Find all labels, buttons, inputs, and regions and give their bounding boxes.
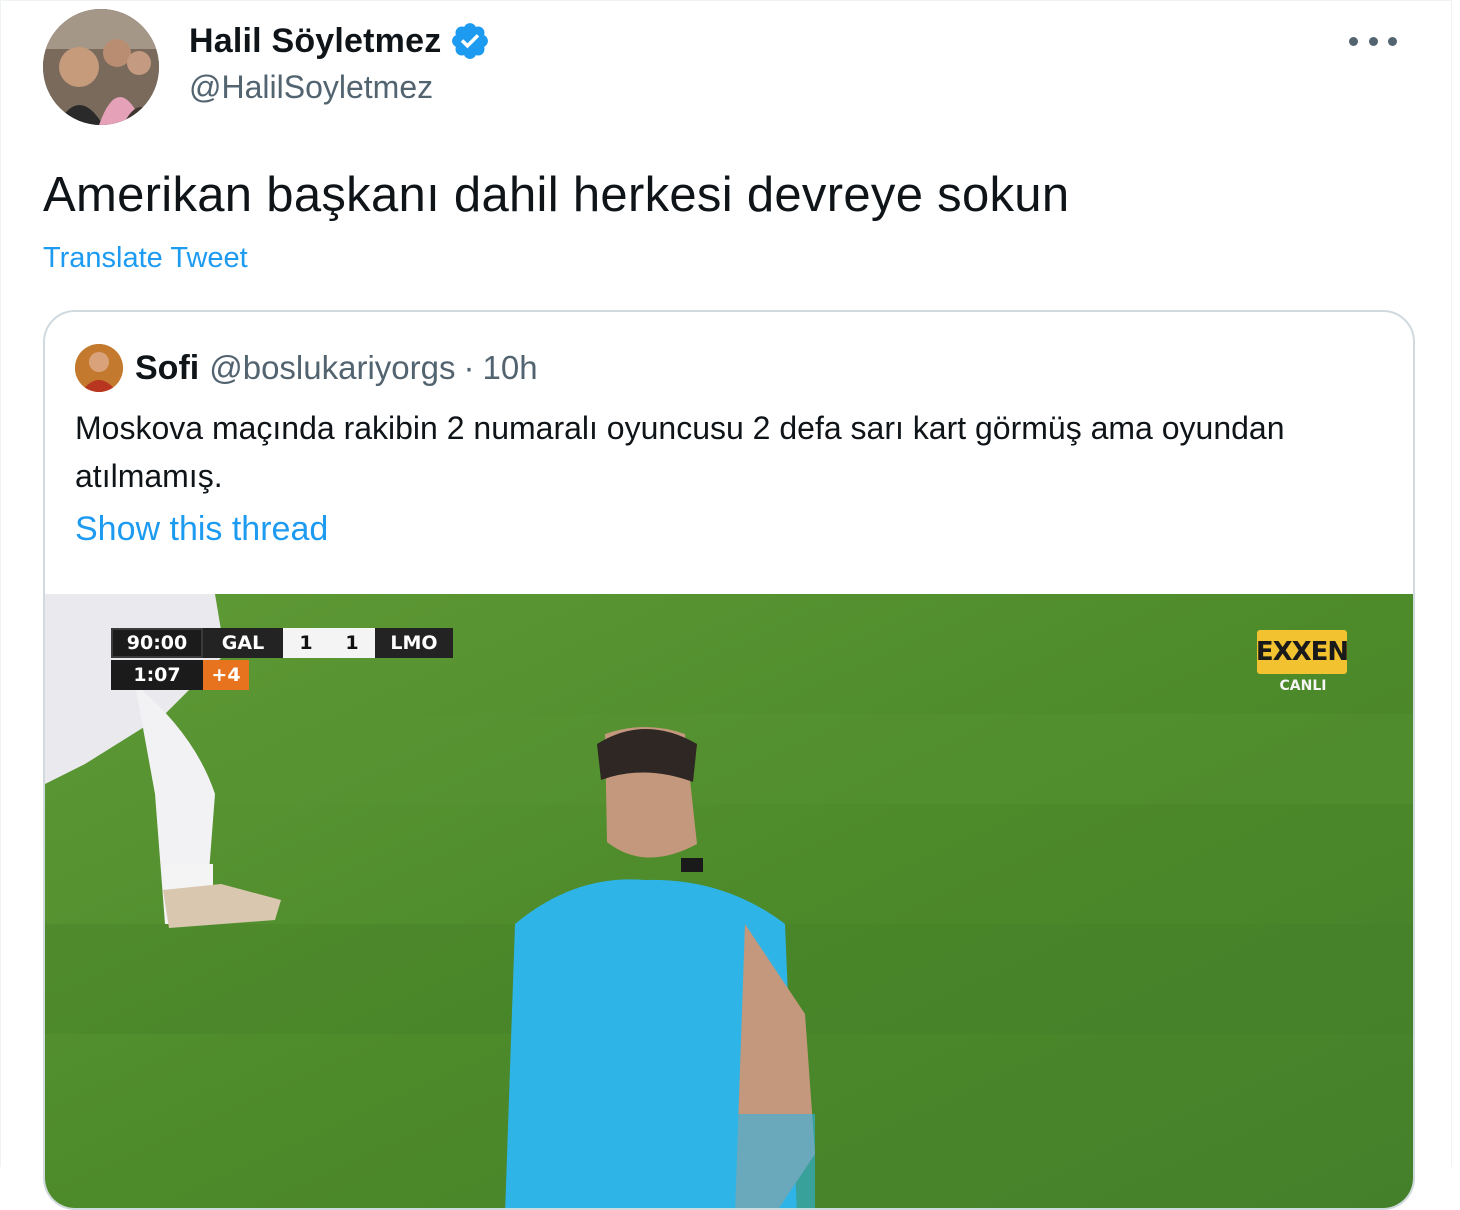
quoted-tweet-header: Sofi @boslukariyorgs · 10h: [75, 344, 538, 392]
home-team: GAL: [203, 628, 283, 658]
show-thread-link[interactable]: Show this thread: [75, 510, 328, 549]
tweet-container: Halil Söyletmez @HalilSoyletmez Amerikan…: [0, 0, 1452, 1210]
author-handle[interactable]: @HalilSoyletmez: [189, 69, 491, 106]
exxen-logo: EXXEN: [1256, 630, 1349, 674]
home-score: 1: [283, 628, 329, 658]
live-label: CANLI: [1279, 678, 1327, 694]
quoted-author-avatar: [75, 344, 123, 392]
video-media[interactable]: 90:00 GAL 1 1 LMO 1:07 +4 EXXEN CANLI: [45, 594, 1413, 1208]
broadcaster-logo: EXXEN CANLI: [1256, 630, 1349, 694]
quoted-separator: ·: [463, 349, 475, 386]
translate-tweet-link[interactable]: Translate Tweet: [43, 242, 248, 275]
match-clock: 90:00: [111, 628, 203, 658]
extra-clock: 1:07: [111, 660, 203, 690]
author-avatar[interactable]: [43, 9, 159, 125]
tweet-text: Amerikan başkanı dahil herkesi devreye s…: [43, 168, 1070, 222]
verified-badge-icon: [449, 20, 491, 62]
quoted-timestamp: 10h: [482, 349, 538, 386]
quoted-tweet-text: Moskova maçında rakibin 2 numaralı oyunc…: [75, 410, 1285, 494]
more-options-icon[interactable]: [1349, 25, 1397, 57]
away-score: 1: [329, 628, 375, 658]
quoted-author-name: Sofi: [135, 348, 200, 387]
quoted-author-handle: @boslukariyorgs: [209, 349, 456, 386]
quoted-tweet-card[interactable]: Sofi @boslukariyorgs · 10h Moskova maçın…: [43, 310, 1415, 1210]
author-info: Halil Söyletmez @HalilSoyletmez: [189, 19, 491, 106]
away-team: LMO: [375, 628, 453, 658]
scoreboard-overlay: 90:00 GAL 1 1 LMO 1:07 +4: [111, 628, 453, 690]
author-display-name[interactable]: Halil Söyletmez: [189, 22, 441, 61]
added-time: +4: [203, 660, 249, 690]
